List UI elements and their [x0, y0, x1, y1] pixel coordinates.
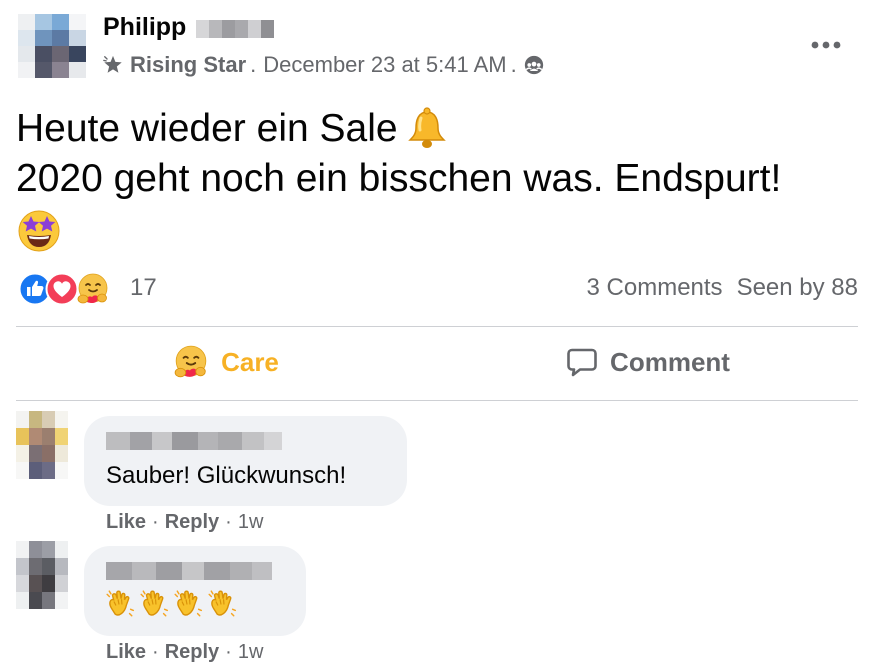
- comment-like-button[interactable]: Like: [106, 641, 146, 664]
- care-button[interactable]: Care: [16, 333, 436, 391]
- comment-action-separator: ·: [225, 641, 232, 663]
- comment-bubble: [84, 546, 306, 636]
- author-avatar[interactable]: [18, 14, 86, 78]
- clapping-hands-emoji: [206, 588, 238, 620]
- more-options-button[interactable]: [806, 32, 846, 58]
- commenter-avatar[interactable]: [16, 541, 68, 609]
- post-body: Heute wieder ein Sale 2020 geht noch ein…: [16, 104, 781, 254]
- comment-button[interactable]: Comment: [438, 333, 858, 391]
- bell-emoji: [407, 107, 446, 148]
- care-button-label: Care: [221, 346, 279, 377]
- divider: [16, 400, 858, 401]
- reaction-summary: 17 3 Comments Seen by 88: [18, 270, 858, 306]
- comment-timestamp[interactable]: 1w: [238, 641, 264, 664]
- care-reaction-icon: [173, 344, 209, 380]
- comment-text: Sauber! Glückwunsch!: [106, 462, 347, 489]
- seen-by-link[interactable]: Seen by 88: [737, 274, 858, 302]
- comment-reply-button[interactable]: Reply: [165, 641, 219, 664]
- clapping-hands-emoji: [138, 588, 170, 620]
- group-icon: [524, 55, 543, 75]
- care-reaction-icon: [76, 272, 110, 306]
- comment-actions: Like · Reply · 1w: [106, 511, 263, 534]
- comment-button-label: Comment: [610, 346, 730, 377]
- meta-separator: .: [250, 52, 257, 77]
- comments-count-link[interactable]: 3 Comments: [587, 274, 723, 302]
- member-badge[interactable]: Rising Star: [130, 52, 246, 78]
- comment-action-separator: ·: [152, 641, 159, 663]
- commenter-name-redacted[interactable]: [106, 562, 272, 580]
- comment-bubble: Sauber! Glückwunsch!: [84, 416, 407, 506]
- comment-like-button[interactable]: Like: [106, 511, 146, 534]
- more-horizontal-icon: [811, 41, 841, 49]
- divider: [16, 326, 858, 327]
- commenter-avatar[interactable]: [16, 411, 68, 479]
- comment-timestamp[interactable]: 1w: [238, 511, 264, 534]
- rising-star-icon: [103, 55, 122, 73]
- clapping-hands-emoji: [172, 588, 204, 620]
- post-text-line-2: 2020 geht noch ein bisschen was. Endspur…: [16, 157, 782, 200]
- love-reaction-icon: [45, 272, 79, 306]
- comment-action-separator: ·: [225, 511, 232, 533]
- author-name-redacted: [196, 20, 274, 38]
- comment-bubble-icon: [567, 348, 597, 377]
- comment-action-separator: ·: [152, 511, 159, 533]
- post-stats: 3 Comments Seen by 88: [587, 274, 858, 302]
- comment-emoji-content: [104, 588, 238, 620]
- star-struck-emoji: [18, 210, 60, 252]
- clapping-hands-emoji: [104, 588, 136, 620]
- comment-actions: Like · Reply · 1w: [106, 641, 263, 664]
- comment-reply-button[interactable]: Reply: [165, 511, 219, 534]
- reaction-count[interactable]: 17: [130, 274, 157, 302]
- meta-separator: .: [510, 52, 517, 77]
- post-meta: Rising Star . December 23 at 5:41 AM .: [102, 51, 545, 79]
- commenter-name-redacted[interactable]: [106, 432, 282, 450]
- post-text-line-1: Heute wieder ein Sale: [16, 107, 398, 150]
- post-timestamp[interactable]: December 23 at 5:41 AM: [263, 52, 506, 78]
- author-name[interactable]: Philipp: [103, 13, 186, 42]
- reaction-icons[interactable]: [18, 272, 118, 306]
